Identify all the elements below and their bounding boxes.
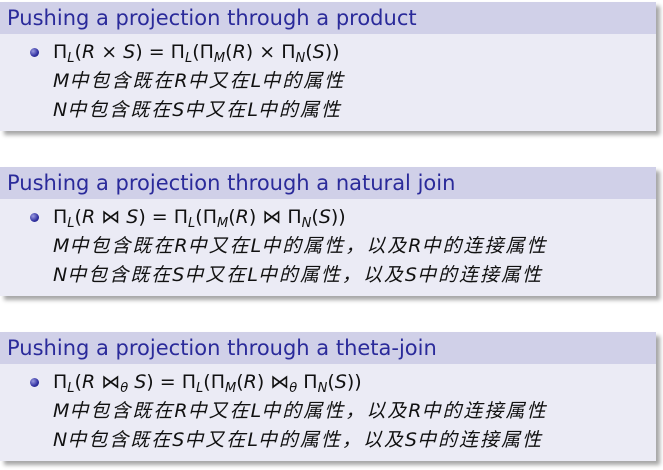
description-line-n: N中包含既在S中又在L中的属性 bbox=[53, 99, 342, 121]
description-line-n: N中包含既在S中又在L中的属性，以及S中的连接属性 bbox=[53, 429, 543, 451]
bullet-icon bbox=[30, 378, 39, 387]
block-product: Pushing a projection through a product Π… bbox=[0, 2, 656, 131]
description-line-m: M中包含既在R中又在L中的属性，以及R中的连接属性 bbox=[53, 400, 548, 422]
formula-line: ΠL(R ⋈θ S) = ΠL(ΠM(R) ⋈θ ΠN(S)) bbox=[53, 371, 362, 396]
formula-line: ΠL(R × S) = ΠL(ΠM(R) × ΠN(S)) bbox=[53, 41, 340, 66]
block-body: ΠL(R ⋈θ S) = ΠL(ΠM(R) ⋈θ ΠN(S)) M中包含既在R中… bbox=[0, 364, 656, 461]
block-title: Pushing a projection through a theta-joi… bbox=[0, 332, 656, 364]
block-natural-join: Pushing a projection through a natural j… bbox=[0, 167, 656, 296]
block-body: ΠL(R ⋈ S) = ΠL(ΠM(R) ⋈ ΠN(S)) M中包含既在R中又在… bbox=[0, 199, 656, 296]
description-line-m: M中包含既在R中又在L中的属性 bbox=[53, 70, 346, 92]
description-line-n: N中包含既在S中又在L中的属性，以及S中的连接属性 bbox=[53, 264, 543, 286]
bullet-icon bbox=[30, 213, 39, 222]
description-line-m: M中包含既在R中又在L中的属性，以及R中的连接属性 bbox=[53, 235, 548, 257]
block-title: Pushing a projection through a product bbox=[0, 2, 656, 34]
block-title: Pushing a projection through a natural j… bbox=[0, 167, 656, 199]
block-body: ΠL(R × S) = ΠL(ΠM(R) × ΠN(S)) M中包含既在R中又在… bbox=[0, 34, 656, 131]
bullet-icon bbox=[30, 48, 39, 57]
block-theta-join: Pushing a projection through a theta-joi… bbox=[0, 332, 656, 461]
formula-line: ΠL(R ⋈ S) = ΠL(ΠM(R) ⋈ ΠN(S)) bbox=[53, 206, 346, 231]
